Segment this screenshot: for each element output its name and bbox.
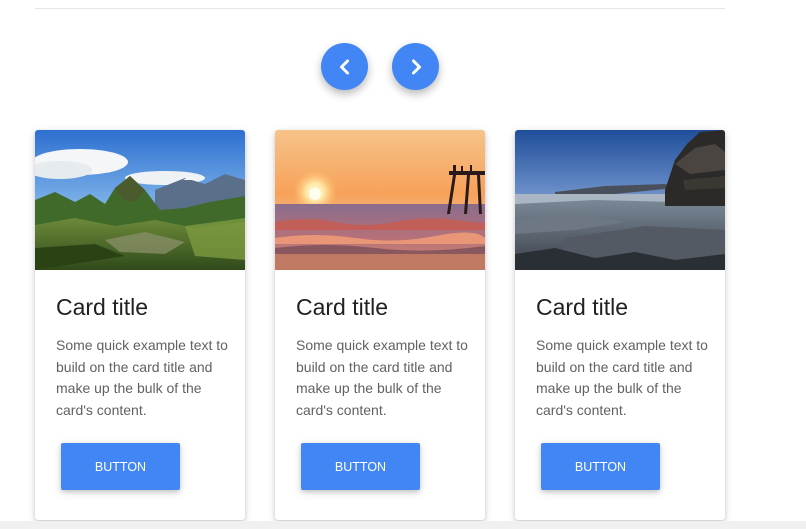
carousel-prev-button[interactable] (321, 43, 368, 90)
card-text: Some quick example text to build on the … (536, 337, 708, 419)
card-text: Some quick example text to build on the … (296, 337, 468, 419)
top-divider (35, 8, 725, 9)
card: Card title Some quick example text to bu… (275, 130, 485, 520)
card-title: Card title (536, 294, 629, 320)
chevron-left-icon (339, 59, 349, 74)
carousel-next-button[interactable] (392, 43, 439, 90)
card-image (515, 130, 725, 270)
card-text: Some quick example text to build on the … (56, 337, 228, 419)
card: Card title Some quick example text to bu… (515, 130, 725, 520)
chevron-right-icon (411, 59, 421, 74)
card-image (275, 130, 485, 270)
card-title: Card title (56, 294, 149, 320)
card-button[interactable]: BUTTON (301, 443, 420, 490)
card-image (35, 130, 245, 270)
card-button[interactable]: BUTTON (61, 443, 180, 490)
card-button[interactable]: BUTTON (541, 443, 660, 490)
card: Card title Some quick example text to bu… (35, 130, 245, 520)
card-title: Card title (296, 294, 389, 320)
bottom-strip (0, 521, 806, 529)
